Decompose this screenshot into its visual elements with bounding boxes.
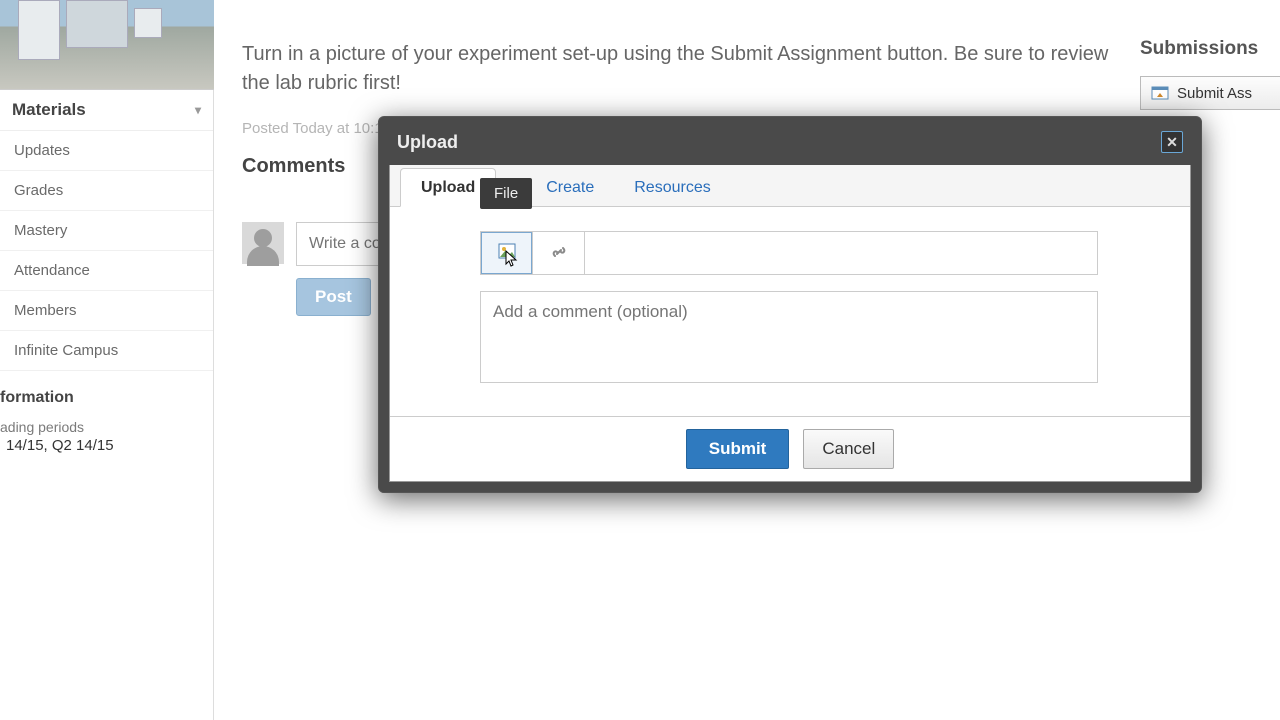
sidebar-item-label: Updates: [14, 142, 70, 159]
submissions-panel: Submissions Submit Ass: [1140, 38, 1280, 110]
dialog-titlebar: Upload ✕: [389, 127, 1191, 165]
sidebar-item-infinite-campus[interactable]: Infinite Campus: [0, 331, 213, 371]
close-icon: ✕: [1166, 134, 1178, 151]
assignment-description: Turn in a picture of your experiment set…: [242, 40, 1112, 98]
file-tooltip: File: [480, 178, 532, 209]
upload-dialog: Upload ✕ Upload Create Resources: [378, 116, 1202, 493]
upload-comment-input[interactable]: [480, 291, 1098, 383]
link-icon: [549, 242, 569, 265]
sidebar-item-label: Attendance: [14, 262, 90, 279]
attachment-toolbar: [480, 231, 1098, 275]
sidebar: Materials ▾ Updates Grades Mastery Atten…: [0, 0, 214, 720]
materials-label: Materials: [12, 100, 86, 120]
submit-assignment-button[interactable]: Submit Ass: [1140, 76, 1280, 110]
sidebar-item-members[interactable]: Members: [0, 291, 213, 331]
sidebar-item-label: Infinite Campus: [14, 342, 118, 359]
sidebar-item-label: Mastery: [14, 222, 67, 239]
tab-create[interactable]: Create: [526, 169, 614, 206]
attachment-drop-area[interactable]: [585, 232, 1097, 274]
grading-periods-label: ading periods: [0, 413, 213, 437]
sidebar-item-attendance[interactable]: Attendance: [0, 251, 213, 291]
course-cover-image: [0, 0, 214, 90]
sidebar-item-grades[interactable]: Grades: [0, 171, 213, 211]
grading-periods-value: 14/15, Q2 14/15: [0, 437, 213, 454]
materials-header[interactable]: Materials ▾: [0, 90, 213, 131]
sidebar-item-updates[interactable]: Updates: [0, 131, 213, 171]
information-header: formation: [0, 377, 213, 413]
chevron-down-icon: ▾: [195, 103, 201, 117]
attach-link-button[interactable]: [533, 232, 585, 274]
close-button[interactable]: ✕: [1161, 131, 1183, 153]
sidebar-item-mastery[interactable]: Mastery: [0, 211, 213, 251]
tab-resources[interactable]: Resources: [614, 169, 730, 206]
dialog-title: Upload: [397, 132, 458, 153]
sidebar-item-label: Grades: [14, 182, 63, 199]
attach-file-button[interactable]: [481, 232, 533, 274]
cancel-button[interactable]: Cancel: [803, 429, 894, 469]
post-button[interactable]: Post: [296, 278, 371, 316]
dialog-footer: Submit Cancel: [390, 416, 1190, 481]
sidebar-item-label: Members: [14, 302, 77, 319]
submit-icon: [1151, 84, 1169, 102]
submit-assignment-label: Submit Ass: [1177, 85, 1252, 102]
submissions-heading: Submissions: [1140, 38, 1280, 60]
submit-button[interactable]: Submit: [686, 429, 790, 469]
avatar: [242, 222, 284, 264]
